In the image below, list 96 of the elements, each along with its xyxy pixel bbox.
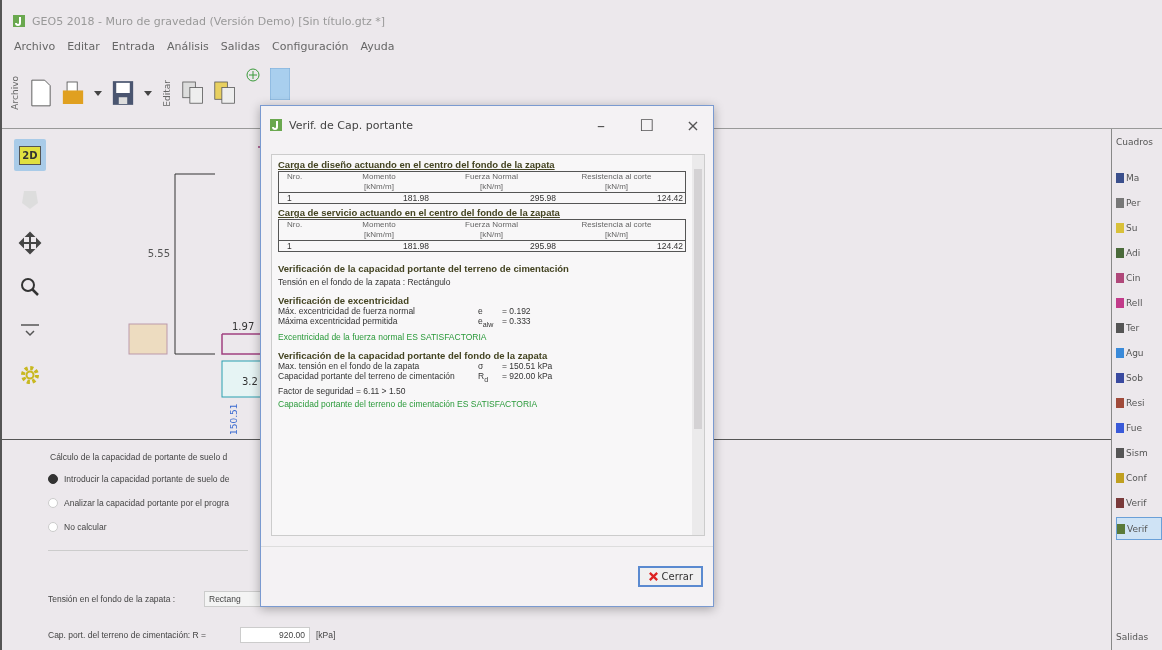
group-label: Cálculo de la capacidad de portante de suelo d — [50, 452, 229, 462]
save-icon[interactable] — [112, 79, 134, 107]
window-control[interactable]: – — [581, 115, 621, 135]
section-heading: Verificación de excentricidad — [278, 295, 410, 306]
toolbar-group-label: Archivo — [10, 76, 20, 110]
panel-item[interactable]: Sob — [1116, 367, 1162, 388]
menu-item[interactable]: Archivo — [14, 39, 56, 53]
app-logo-icon — [12, 14, 26, 28]
panel-item[interactable]: Sism — [1116, 442, 1162, 463]
result-label: Max. tensión en el fondo de la zapata — [278, 360, 420, 371]
table-cell-text: 1 — [286, 241, 293, 251]
column-header: Nro. — [286, 220, 304, 231]
paste-icon[interactable] — [214, 79, 236, 107]
table-cell-text: 124.42 — [656, 193, 684, 203]
dimension-label: 1.97 — [232, 321, 255, 332]
app-logo-icon — [269, 118, 283, 132]
caret-icon[interactable] — [94, 90, 102, 96]
menu-item[interactable]: Configuración — [272, 39, 349, 53]
add-icon[interactable] — [246, 68, 260, 82]
panel-item[interactable]: Per — [1116, 192, 1162, 213]
radio-option[interactable]: Introducir la capacidad portante de suelo de — [48, 470, 1111, 488]
result-text: Factor de seguridad = 6.11 > 1.50 — [278, 386, 407, 397]
result-label: Máxima excentricidad permitida — [278, 316, 399, 328]
result-status: Excentricidad de la fuerza normal ES SATISFACTORIA — [278, 331, 488, 342]
column-header: Momento [kNm/m] — [361, 220, 397, 240]
move-icon — [18, 231, 42, 255]
table-cell-text: 295.98 — [529, 193, 557, 203]
close-icon — [647, 571, 659, 582]
unit-label: [kPa] — [316, 630, 336, 640]
radio-option[interactable]: No calcular — [48, 518, 1111, 536]
close-button[interactable]: Cerrar — [637, 566, 703, 587]
result-symbol: e — [478, 306, 484, 316]
dialog-title: Verif. de Cap. portante — [289, 118, 415, 132]
result-text: Tensión en el fondo de la zapata : Rectángulo — [278, 277, 452, 287]
window-control[interactable]: × — [673, 115, 713, 135]
section-heading: Carga de diseño actuando en el centro del fondo de la zapata — [278, 159, 556, 170]
panel-footer: Salidas — [1116, 632, 1162, 642]
result-label: Capacidad portante del terreno de cimentación — [278, 370, 456, 383]
table-cell-text: 181.98 — [402, 193, 430, 203]
field-label: Tensión en el fondo de la zapata : — [48, 594, 177, 604]
new-file-icon[interactable] — [30, 79, 52, 107]
dimension-label: 3.2 — [242, 376, 258, 387]
menu-item[interactable]: Entrada — [111, 39, 155, 53]
field-label: Cap. port. del terreno de cimentación: R = — [48, 630, 208, 640]
menu-item[interactable]: Análisis — [166, 39, 209, 53]
panel-item[interactable]: Resi — [1116, 392, 1162, 413]
capacity-input[interactable]: 920.00 — [240, 627, 310, 643]
table-cell-text: 295.98 — [529, 241, 557, 251]
result-value: = 0.333 — [502, 316, 531, 328]
panel-item[interactable]: Fue — [1116, 417, 1162, 438]
panel-item[interactable]: Cin — [1116, 267, 1162, 288]
column-header: Fuerza Normal [kN/m] — [464, 220, 519, 240]
radio-option[interactable]: Analizar la capacidad portante por el progra — [48, 494, 1111, 512]
panel-item[interactable]: Rell — [1116, 292, 1162, 313]
column-header: Fuerza Normal [kN/m] — [464, 172, 519, 192]
result-symbol: e$_{alw}$ — [478, 316, 495, 329]
column-header: Resistencia al corte [kN/m] — [580, 172, 653, 192]
menu-item[interactable]: Editar — [67, 39, 100, 53]
column-header: Resistencia al corte [kN/m] — [580, 220, 653, 240]
toolbar-group-label: Editar — [162, 79, 172, 107]
panel-item[interactable]: Conf — [1116, 467, 1162, 488]
column-header: Nro. — [286, 172, 304, 183]
menu-item[interactable]: Ayuda — [360, 39, 395, 53]
section-heading: Verificación de la capacidad portante del fondo de la zapata — [278, 349, 549, 361]
table-cell-text: 1 — [286, 193, 293, 203]
panel-item[interactable]: Su — [1116, 217, 1162, 238]
result-label: Máx. excentricidad de fuerza normal — [278, 306, 416, 316]
result-value: = 920.00 kPa — [502, 370, 553, 383]
panel-item[interactable]: Verif — [1116, 517, 1162, 540]
section-heading: Verificación de la capacidad portante del terreno de cimentación — [278, 263, 570, 274]
result-value: = 0.192 — [502, 306, 531, 316]
scrollbar[interactable] — [692, 155, 704, 535]
section-heading: Carga de servicio actuando en el centro del fondo de la zapata — [278, 207, 561, 218]
column-header: Momento [kNm/m] — [361, 172, 397, 192]
panel-item[interactable]: Ma — [1116, 167, 1162, 188]
menu-item[interactable]: Salidas — [220, 39, 261, 53]
result-symbol: R$_{d}$ — [478, 370, 490, 384]
caret-icon[interactable] — [144, 90, 152, 96]
panel-item[interactable]: Verif — [1116, 492, 1162, 513]
result-status: Capacidad portante del terreno de cimentación ES SATISFACTORIA — [278, 399, 539, 410]
panel-item[interactable]: Adi — [1116, 242, 1162, 263]
settings-icon — [18, 363, 42, 387]
tool-button[interactable]: 2D — [14, 139, 46, 171]
open-folder-icon[interactable] — [62, 79, 84, 107]
table-cell-text: 124.42 — [656, 241, 684, 251]
result-symbol: σ — [478, 360, 485, 371]
copy-icon[interactable] — [182, 79, 204, 107]
dimension-label: 5.55 — [147, 248, 170, 259]
stress-label: 150.51 — [229, 403, 239, 435]
table-cell-text: 181.98 — [402, 241, 430, 251]
window-title: GEO5 2018 - Muro de gravedad (Versión Demo) [Sin título.gtz *] — [32, 14, 386, 28]
window-control[interactable]: ☐ — [627, 115, 667, 135]
panel-item[interactable]: Agu — [1116, 342, 1162, 363]
result-value: = 150.51 kPa — [502, 360, 553, 371]
panel-title: Cuadros — [1116, 137, 1154, 147]
panel-item[interactable]: Ter — [1116, 317, 1162, 338]
